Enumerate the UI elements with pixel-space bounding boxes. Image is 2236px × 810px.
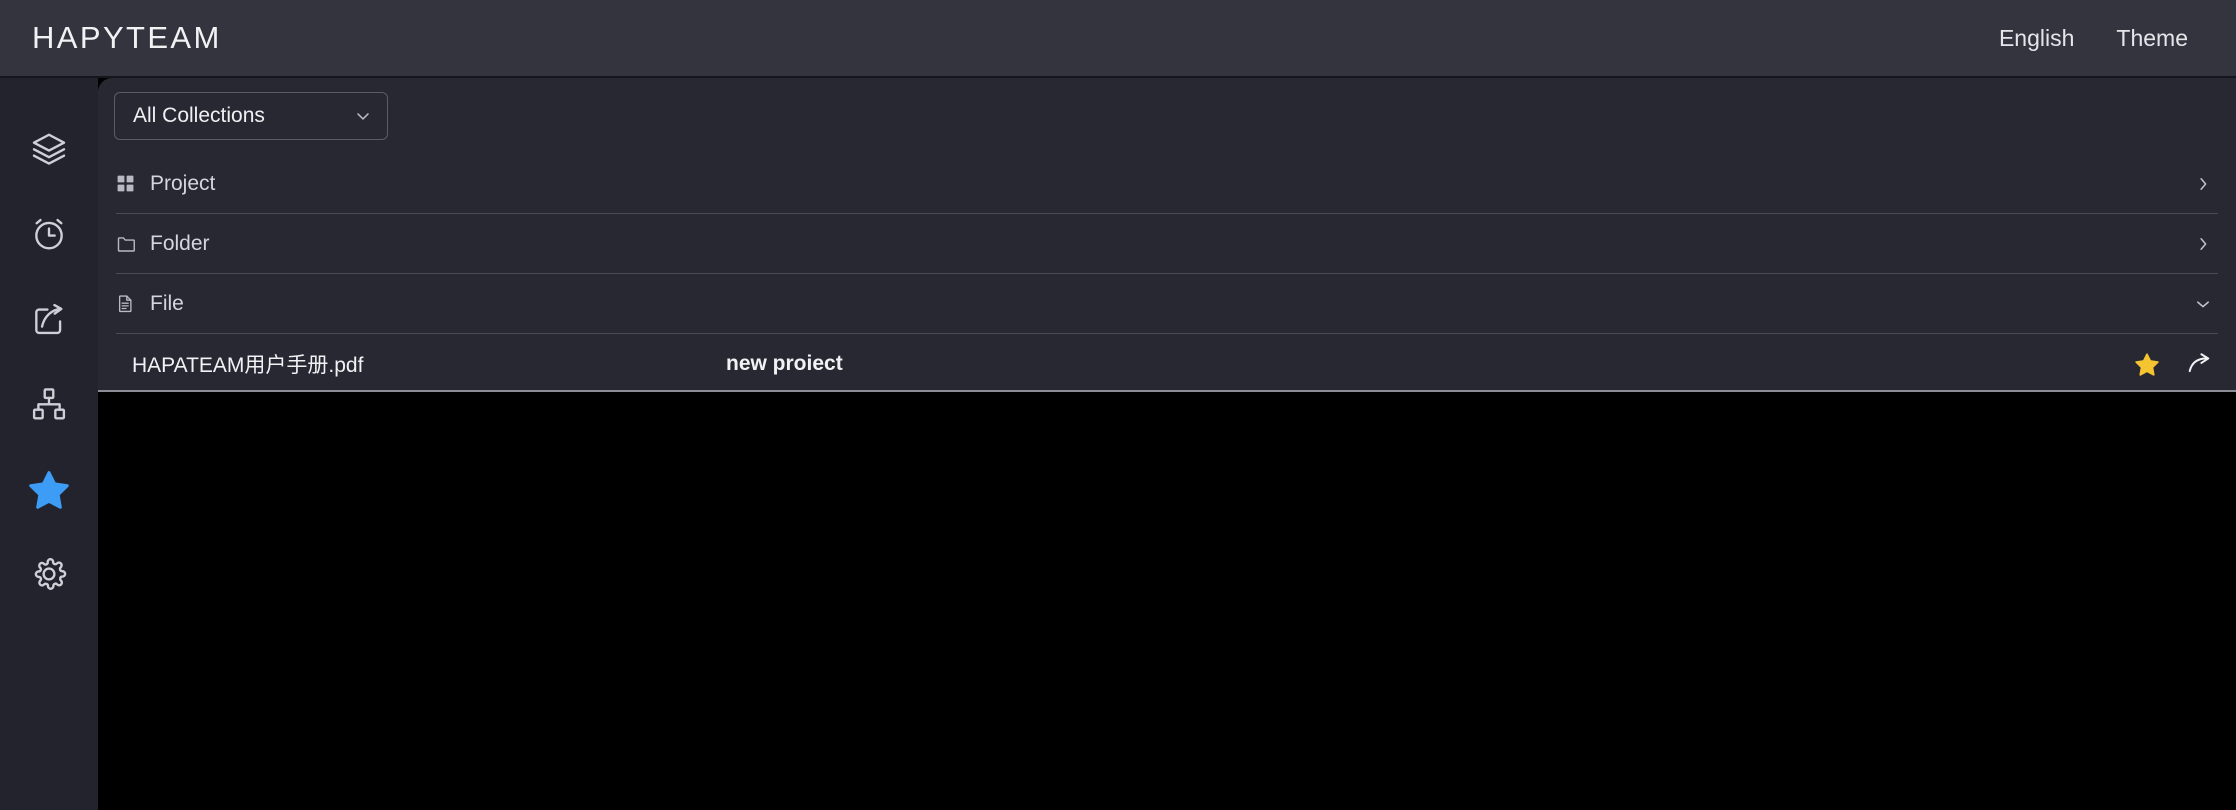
collection-rows: Project Folder File HAPATEAM用户手册.pdf new… (98, 154, 2236, 390)
share-arrow-icon[interactable] (2186, 351, 2212, 377)
alarm-clock-icon (30, 215, 68, 253)
app-root: HAPYTEAM English Theme All Collections P… (0, 0, 2236, 810)
settings-gear-icon (30, 555, 68, 593)
sidebar-item-settings[interactable] (0, 531, 98, 616)
sidebar-item-sitemap[interactable] (0, 361, 98, 446)
layers-icon (30, 130, 68, 168)
sidebar-item-favorites[interactable] (0, 446, 98, 531)
collection-select-value: All Collections (133, 104, 265, 127)
content-panel: All Collections Project Folder File HAPA… (98, 78, 2236, 392)
section-label: File (150, 291, 184, 315)
star-filled-icon[interactable] (2134, 351, 2160, 377)
collection-select[interactable]: All Collections (114, 92, 388, 140)
folder-icon (116, 234, 150, 254)
sidebar-item-layers[interactable] (0, 106, 98, 191)
file-row-actions (2134, 351, 2218, 377)
chevron-right-icon[interactable] (2194, 175, 2218, 193)
left-sidebar (0, 78, 98, 810)
sidebar-item-share-export[interactable] (0, 276, 98, 361)
chevron-down-icon[interactable] (2194, 295, 2218, 313)
chevron-right-icon[interactable] (2194, 235, 2218, 253)
section-row-project[interactable]: Project (116, 154, 2218, 214)
section-row-file[interactable]: File (116, 274, 2218, 334)
table-row[interactable]: HAPATEAM用户手册.pdf new proiect (116, 334, 2218, 390)
panel-toolbar: All Collections (98, 78, 2236, 154)
section-label: Folder (150, 231, 210, 255)
header-actions: English Theme (1999, 25, 2188, 52)
file-name: HAPATEAM用户手册.pdf (132, 354, 364, 377)
star-icon (27, 467, 71, 511)
sidebar-item-alarm-clock[interactable] (0, 191, 98, 276)
app-header: HAPYTEAM English Theme (0, 0, 2236, 78)
language-link[interactable]: English (1999, 25, 2074, 52)
sitemap-icon (30, 385, 68, 423)
document-icon (116, 294, 150, 313)
grid-apps-icon (116, 174, 150, 193)
section-label: Project (150, 171, 216, 195)
chevron-down-icon (353, 106, 373, 126)
theme-link[interactable]: Theme (2116, 25, 2188, 52)
file-project-name: new proiect (726, 352, 843, 375)
share-export-icon (30, 300, 68, 338)
app-brand-title: HAPYTEAM (32, 20, 222, 55)
section-row-folder[interactable]: Folder (116, 214, 2218, 274)
